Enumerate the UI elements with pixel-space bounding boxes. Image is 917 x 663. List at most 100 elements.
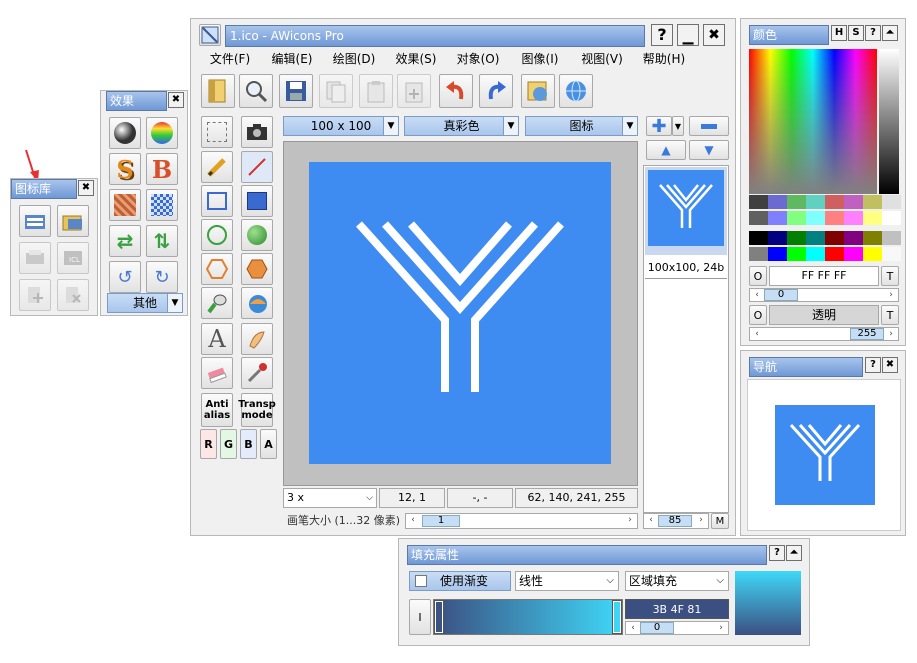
channel-b-button[interactable]: B <box>240 429 257 459</box>
menu-edit[interactable]: 编辑(E) <box>261 49 323 69</box>
color-swatch[interactable] <box>787 247 806 261</box>
secondary-t-button[interactable]: T <box>881 305 899 325</box>
color-swatch[interactable] <box>749 231 768 245</box>
color-swatch[interactable] <box>806 211 825 225</box>
color-spectrum[interactable] <box>749 49 877 194</box>
texture-effect-button[interactable] <box>109 189 141 221</box>
color-swatch[interactable] <box>825 211 844 225</box>
close-icon[interactable]: ✖ <box>168 92 184 108</box>
select-rect-tool[interactable] <box>201 116 233 148</box>
menu-draw[interactable]: 绘图(D) <box>323 49 385 69</box>
move-down-button[interactable]: ▼ <box>689 140 729 160</box>
color-swatch[interactable] <box>749 247 768 261</box>
library-open-button[interactable] <box>19 205 51 237</box>
smudge-tool[interactable] <box>241 323 273 355</box>
remove-image-button[interactable] <box>689 116 729 136</box>
color-swatch[interactable] <box>863 211 882 225</box>
color-swatch[interactable] <box>844 195 863 209</box>
secondary-o-button[interactable]: O <box>749 305 767 325</box>
zoom-icon[interactable] <box>239 74 273 108</box>
chevron-left-icon[interactable]: ‹ <box>644 514 658 528</box>
primary-o-button[interactable]: O <box>749 266 767 286</box>
gradient-invert-button[interactable]: I <box>409 599 431 635</box>
color-swatch[interactable] <box>768 211 787 225</box>
primary-alpha-thumb[interactable]: 0 <box>764 289 798 301</box>
add-image-button[interactable]: ✚ <box>646 116 672 137</box>
color-swatch[interactable] <box>825 231 844 245</box>
color-swatch[interactable] <box>844 247 863 261</box>
rainbow-effect-button[interactable] <box>146 117 178 149</box>
icon-canvas[interactable] <box>309 162 611 464</box>
rotate-left-button[interactable]: ↺ <box>109 261 141 293</box>
fill-tool[interactable] <box>241 287 273 319</box>
channel-a-button[interactable]: A <box>260 429 277 459</box>
pen-size-thumb[interactable]: 1 <box>422 515 460 527</box>
collapse-button[interactable]: ⏶ <box>882 25 898 41</box>
help-button[interactable]: ? <box>865 357 881 373</box>
gradient-bar[interactable] <box>433 599 623 635</box>
navigator-preview[interactable] <box>747 379 901 531</box>
filled-ellipse-tool[interactable] <box>241 219 273 251</box>
filled-polygon-tool[interactable] <box>241 253 273 285</box>
color-swatch[interactable] <box>806 231 825 245</box>
close-icon[interactable]: ✖ <box>882 357 898 373</box>
add-image-dropdown[interactable]: ▼ <box>672 116 684 136</box>
canvas-area[interactable] <box>283 141 638 486</box>
gradient-stop-slider[interactable]: ‹ 0 › <box>625 621 729 635</box>
rotate-right-button[interactable]: ↻ <box>146 261 178 293</box>
gradient-type-select[interactable]: 线性 ⌵ <box>515 571 619 591</box>
zoom-select[interactable]: 3 x ⌵ <box>283 488 377 508</box>
color-swatch[interactable] <box>768 231 787 245</box>
checker-effect-button[interactable] <box>146 189 178 221</box>
menu-view[interactable]: 视图(V) <box>571 49 633 69</box>
line-tool[interactable] <box>241 151 273 183</box>
color-swatch[interactable] <box>825 247 844 261</box>
use-gradient-checkbox[interactable] <box>415 575 427 587</box>
brightness-bar[interactable] <box>879 49 899 194</box>
hsv-s-button[interactable]: S <box>848 25 864 41</box>
image-type-select[interactable]: 图标 ▼ <box>525 116 638 136</box>
color-swatch[interactable] <box>749 195 768 209</box>
color-swatch[interactable] <box>787 231 806 245</box>
channel-g-button[interactable]: G <box>220 429 237 459</box>
thumbnail-scroll[interactable]: ‹ 85 › <box>643 513 709 529</box>
thumb-scroll-thumb[interactable]: 85 <box>658 515 692 527</box>
copy-icon[interactable] <box>319 74 353 108</box>
color-swatch[interactable] <box>787 195 806 209</box>
fill-mode-select[interactable]: 区域填充 ⌵ <box>625 571 729 591</box>
library-icl-button[interactable]: ICL <box>57 242 89 274</box>
chevron-left-icon[interactable]: ‹ <box>750 289 764 301</box>
color-depth-select[interactable]: 真彩色 ▼ <box>404 116 519 136</box>
move-up-button[interactable]: ▲ <box>646 140 686 160</box>
channel-r-button[interactable]: R <box>200 429 217 459</box>
help-button[interactable]: ? <box>651 24 673 46</box>
chevron-right-icon[interactable]: › <box>714 622 728 634</box>
thumbnail-mode-button[interactable]: M <box>711 513 729 529</box>
text-tool[interactable]: A <box>201 323 233 355</box>
bold-b-effect-button[interactable]: B <box>146 153 178 185</box>
color-swatch[interactable] <box>882 211 901 225</box>
chevron-right-icon[interactable]: › <box>884 328 898 340</box>
menu-image[interactable]: 图像(I) <box>509 49 571 69</box>
paste-icon[interactable] <box>359 74 393 108</box>
library-add-button[interactable] <box>19 279 51 311</box>
open-icon[interactable] <box>201 74 235 108</box>
shadow-s-effect-button[interactable]: S <box>109 153 141 185</box>
secondary-alpha-slider[interactable]: ‹ 255 › <box>749 327 899 341</box>
menu-object[interactable]: 对象(O) <box>447 49 509 69</box>
color-swatch[interactable] <box>844 231 863 245</box>
filled-rectangle-tool[interactable] <box>241 185 273 217</box>
chevron-left-icon[interactable]: ‹ <box>626 622 640 634</box>
pen-size-slider[interactable]: ‹ 1 › <box>405 513 638 529</box>
close-icon[interactable]: ✖ <box>78 180 94 196</box>
collapse-button[interactable]: ⏶ <box>786 545 802 561</box>
color-swatch[interactable] <box>806 195 825 209</box>
antialias-toggle[interactable]: Anti alias <box>201 393 233 427</box>
sphere-effect-button[interactable] <box>109 117 141 149</box>
polygon-tool[interactable] <box>201 253 233 285</box>
undo-icon[interactable] <box>439 74 473 108</box>
eyedropper-tool[interactable] <box>241 357 273 389</box>
size-select[interactable]: 100 x 100 ▼ <box>283 116 399 136</box>
chevron-left-icon[interactable]: ‹ <box>750 328 764 340</box>
redo-icon[interactable] <box>479 74 513 108</box>
